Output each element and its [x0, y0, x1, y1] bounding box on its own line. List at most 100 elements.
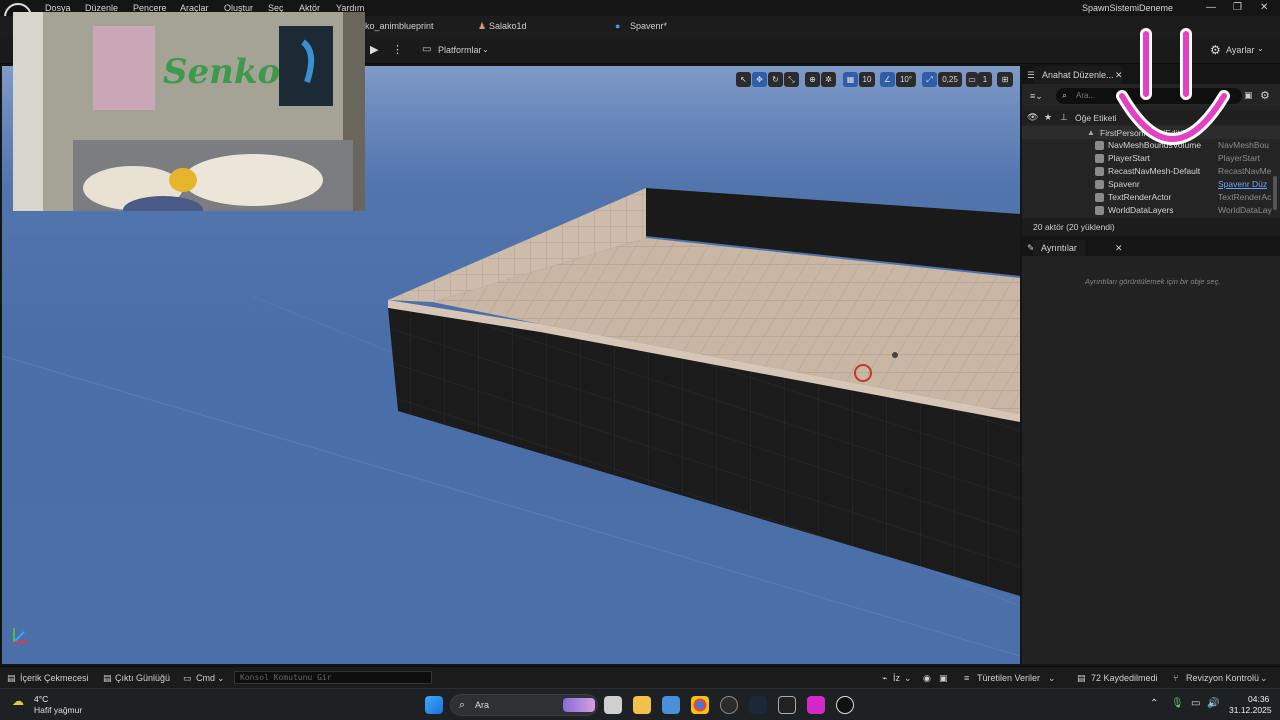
scale-icon[interactable]: ⤡: [784, 72, 799, 87]
cmd-dropdown[interactable]: Cmd: [196, 673, 215, 683]
console-placeholder: Konsol Komutunu Gir: [240, 673, 332, 682]
output-log-button[interactable]: Çıktı Günlüğü: [115, 673, 170, 683]
actor-icon: [1095, 154, 1104, 163]
camera-speed-value[interactable]: 1: [978, 72, 992, 87]
select-mode-icon[interactable]: ↖: [736, 72, 751, 87]
wall-graffiti-text: Senko: [163, 52, 281, 92]
unsaved-button[interactable]: 72 Kaydedilmedi: [1091, 673, 1158, 683]
details-empty-message: Ayrıntıları görüntülemek için bir obje s…: [1085, 277, 1221, 286]
tab-spavenr[interactable]: Spavenr*: [630, 21, 667, 31]
trace-icon: ⌁: [882, 673, 888, 683]
scale-snap-value[interactable]: 0,25: [938, 72, 962, 87]
screenshot-icon[interactable]: ▣: [939, 673, 948, 684]
app-icon[interactable]: [807, 696, 825, 714]
play-icon[interactable]: ▶: [370, 43, 378, 56]
clock-date[interactable]: 31.12.2025: [1229, 705, 1272, 715]
smiley-overlay-icon: [1116, 28, 1230, 145]
steam-icon[interactable]: [749, 696, 767, 714]
close-button[interactable]: ✕: [1260, 2, 1268, 13]
actor-icon: [1095, 141, 1104, 150]
player-start-icon[interactable]: [892, 352, 898, 358]
outliner-row[interactable]: Spavenr Spavenr Düz: [1022, 178, 1280, 191]
clock-time[interactable]: 04:36: [1248, 694, 1269, 704]
project-title: SpawnSistemiDeneme: [1082, 3, 1174, 13]
webcam-overlay: Senko: [13, 12, 365, 211]
actor-icon: [1095, 180, 1104, 189]
network-icon[interactable]: ▭: [1191, 698, 1200, 709]
unsaved-icon: ▤: [1077, 673, 1086, 683]
github-icon[interactable]: [720, 696, 738, 714]
microphone-icon[interactable]: 🎙: [1171, 698, 1184, 709]
taskbar-search[interactable]: ⌕ Ara: [450, 694, 598, 716]
store-icon[interactable]: [662, 696, 680, 714]
weather-temp[interactable]: 4°C: [34, 694, 48, 704]
platforms-button[interactable]: Platformlar: [438, 45, 482, 55]
tab-salako1d[interactable]: Salako1d: [489, 21, 527, 31]
volume-icon[interactable]: 🔊: [1207, 698, 1219, 709]
content-drawer-button[interactable]: İçerik Çekmecesi: [20, 673, 89, 683]
search-icon: ⌕: [1062, 90, 1068, 100]
grid-snap-value[interactable]: 10: [859, 72, 875, 87]
chevron-down-icon: ⌄: [217, 673, 225, 683]
revision-control-button[interactable]: Revizyon Kontrolü: [1186, 673, 1259, 683]
webcam-feed: [13, 12, 365, 211]
close-tab-icon[interactable]: ✕: [1115, 243, 1123, 254]
folder-icon[interactable]: ▣: [1244, 90, 1253, 101]
rotation-snap-value[interactable]: 10°: [896, 72, 916, 87]
chevron-up-icon[interactable]: ⌃: [1150, 698, 1158, 709]
console-input[interactable]: Konsol Komutunu Gir: [234, 671, 432, 684]
windows-taskbar: ☁ 4°C Hafif yağmur ⌕ Ara ⌃ 🎙 ▭ 🔊 04:36 3…: [0, 688, 1280, 720]
task-view-icon[interactable]: [604, 696, 622, 714]
chevron-down-icon: ⌄: [1048, 673, 1056, 683]
axis-gizmo-icon: [13, 631, 25, 643]
rotate-icon[interactable]: ↻: [768, 72, 783, 87]
minimize-button[interactable]: —: [1206, 2, 1216, 13]
outliner-row[interactable]: RecastNavMesh-Default RecastNavMe: [1022, 165, 1280, 178]
pin-icon[interactable]: ⊥: [1060, 112, 1068, 123]
weather-desc[interactable]: Hafif yağmur: [34, 705, 82, 715]
world-space-icon[interactable]: ⊕: [805, 72, 820, 87]
platforms-icon: ▭: [422, 44, 432, 55]
output-log-icon: ▤: [103, 673, 112, 683]
camera-speed-icon[interactable]: ▭: [966, 72, 978, 87]
actor-icon: [1095, 167, 1104, 176]
search-placeholder: Ara...: [1076, 91, 1096, 100]
grid-snap-icon[interactable]: ▦: [843, 72, 858, 87]
search-icon: ⌕: [459, 699, 466, 711]
chrome-icon[interactable]: [691, 696, 709, 714]
level-icon: ▲: [1087, 128, 1095, 137]
outliner-row[interactable]: WorldDataLayers WorldDataLay: [1022, 204, 1280, 217]
derived-data-button[interactable]: Türetilen Veriler: [977, 673, 1040, 683]
maximize-button[interactable]: ❐: [1233, 2, 1242, 13]
chevron-down-icon: ⌄: [1260, 673, 1268, 683]
surface-snap-icon[interactable]: ✲: [821, 72, 836, 87]
record-icon[interactable]: ◉: [923, 673, 931, 684]
details-panel: ✎ Ayrıntılar ✕ Ayrıntıları görüntülemek …: [1022, 240, 1280, 664]
more-options-icon[interactable]: ⋮: [392, 43, 403, 56]
trace-button[interactable]: İz: [893, 673, 900, 683]
actor-count: 20 aktör (20 yüklendi): [1033, 222, 1115, 232]
favorite-icon[interactable]: ★: [1044, 112, 1052, 123]
tab-details[interactable]: Ayrıntılar: [1033, 240, 1085, 256]
actor-icon: [1095, 193, 1104, 202]
scale-snap-icon[interactable]: ⤢: [922, 72, 937, 87]
weather-icon: ☁: [12, 694, 24, 708]
file-explorer-icon[interactable]: [633, 696, 651, 714]
outliner-scrollbar[interactable]: [1273, 176, 1277, 210]
revision-icon: ⑂: [1173, 673, 1179, 683]
translate-icon[interactable]: ✥: [752, 72, 767, 87]
windows-start-icon[interactable]: [425, 696, 443, 714]
tab-outliner[interactable]: Anahat Düzenle...: [1034, 66, 1122, 84]
filter-icon[interactable]: ≡⌄: [1030, 91, 1043, 102]
gear-icon[interactable]: ⚙: [1260, 89, 1270, 102]
layout-icon[interactable]: ⊞: [997, 72, 1013, 87]
search-highlight-icon: [563, 698, 595, 712]
unreal-engine-icon[interactable]: [836, 696, 854, 714]
visibility-icon[interactable]: 👁: [1027, 112, 1038, 123]
tab-animblueprint[interactable]: ko_animblueprint: [365, 21, 434, 31]
cmd-icon: ▭: [183, 673, 192, 683]
rotation-snap-icon[interactable]: ∠: [880, 72, 895, 87]
derived-data-icon: ≡: [964, 673, 970, 683]
outliner-row[interactable]: TextRenderActor TextRenderAc: [1022, 191, 1280, 204]
epic-games-icon[interactable]: [778, 696, 796, 714]
